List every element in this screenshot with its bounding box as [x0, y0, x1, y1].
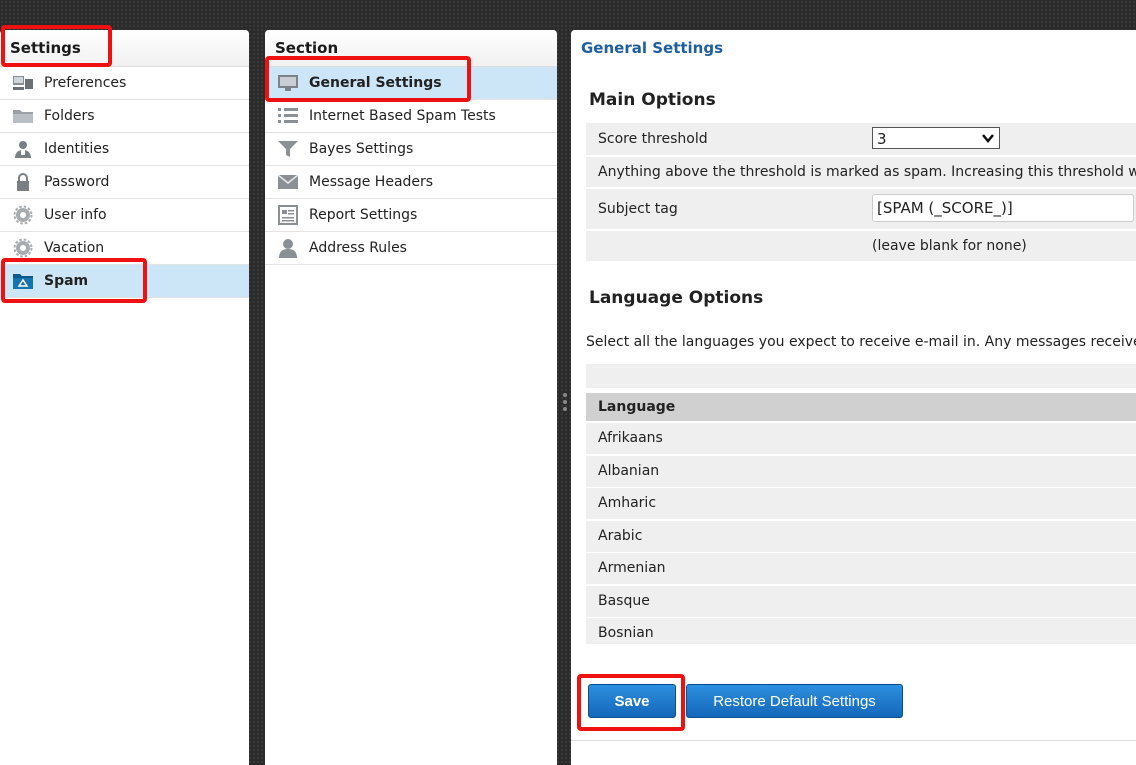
settings-item-password[interactable]: Password — [0, 166, 249, 199]
settings-item-label: Spam — [44, 273, 89, 289]
preferences-icon — [13, 76, 33, 90]
language-row[interactable]: Bosnian — [586, 618, 1136, 644]
subject-tag-row: Subject tag [SPAM (_SCORE_)] — [586, 189, 1136, 230]
language-column-header[interactable]: Language — [586, 393, 1136, 421]
footer-divider — [571, 740, 1136, 741]
language-name: Afrikaans — [598, 430, 663, 446]
score-threshold-row: Score threshold 3 — [586, 123, 1136, 156]
report-icon — [278, 205, 298, 225]
settings-panel-title: Settings — [0, 30, 249, 67]
language-name: Armenian — [598, 560, 666, 576]
monitor-icon — [278, 75, 298, 91]
main-panel-title: General Settings — [571, 30, 1136, 66]
section-item-bayes-settings[interactable]: Bayes Settings — [265, 133, 557, 166]
language-row[interactable]: Arabic — [586, 521, 1136, 552]
language-name: Arabic — [598, 528, 643, 544]
section-item-internet-spam-tests[interactable]: Internet Based Spam Tests — [265, 100, 557, 133]
score-threshold-value: 3 — [877, 130, 887, 148]
section-panel: Section General Settings Internet Based … — [265, 30, 557, 765]
general-settings-panel: General Settings Main Options Score thre… — [571, 30, 1136, 765]
language-row[interactable]: Afrikaans — [586, 423, 1136, 454]
settings-item-label: Folders — [44, 108, 95, 124]
filter-icon — [278, 141, 298, 157]
settings-panel: Settings Preferences Folders Identities … — [0, 30, 249, 765]
section-item-address-rules[interactable]: Address Rules — [265, 232, 557, 265]
settings-item-preferences[interactable]: Preferences — [0, 67, 249, 100]
language-filter-bar — [586, 364, 1136, 388]
subject-tag-input[interactable]: [SPAM (_SCORE_)] — [872, 194, 1134, 222]
section-item-message-headers[interactable]: Message Headers — [265, 166, 557, 199]
language-row[interactable]: Basque — [586, 586, 1136, 617]
lock-icon — [17, 173, 29, 191]
subject-tag-label: Subject tag — [598, 201, 678, 217]
identity-icon — [15, 141, 31, 158]
subject-tag-hint-row: (leave blank for none) — [586, 231, 1136, 262]
list-icon — [278, 108, 298, 123]
section-panel-title: Section — [265, 30, 557, 67]
section-item-label: Report Settings — [309, 207, 418, 223]
settings-item-user-info[interactable]: User info — [0, 199, 249, 232]
settings-item-label: Password — [44, 174, 110, 190]
main-options-heading: Main Options — [589, 90, 716, 110]
language-name: Basque — [598, 593, 650, 609]
language-options-description: Select all the languages you expect to r… — [586, 334, 1136, 350]
language-row[interactable]: Amharic — [586, 488, 1136, 519]
language-row[interactable]: Armenian — [586, 553, 1136, 584]
chevron-down-icon — [982, 134, 994, 143]
language-name: Amharic — [598, 495, 657, 511]
settings-item-folders[interactable]: Folders — [0, 100, 249, 133]
section-list: General Settings Internet Based Spam Tes… — [265, 67, 557, 265]
section-item-label: Bayes Settings — [309, 141, 414, 157]
language-row[interactable]: Albanian — [586, 456, 1136, 487]
section-item-label: Internet Based Spam Tests — [309, 108, 496, 124]
section-item-report-settings[interactable]: Report Settings — [265, 199, 557, 232]
person-icon — [279, 239, 297, 258]
restore-default-settings-button[interactable]: Restore Default Settings — [686, 684, 903, 718]
threshold-note: Anything above the threshold is marked a… — [598, 164, 1136, 180]
subject-tag-hint: (leave blank for none) — [872, 238, 1027, 254]
settings-item-label: Preferences — [44, 75, 127, 91]
language-name: Bosnian — [598, 625, 654, 641]
folder-icon — [13, 110, 33, 123]
settings-item-label: Identities — [44, 141, 110, 157]
gear-icon — [13, 205, 33, 225]
settings-list: Preferences Folders Identities Password … — [0, 67, 249, 298]
settings-item-spam[interactable]: Spam — [0, 265, 249, 298]
spam-folder-icon — [13, 274, 33, 289]
gear-icon — [13, 238, 33, 258]
section-item-label: General Settings — [309, 75, 442, 91]
save-button[interactable]: Save — [588, 684, 676, 718]
section-item-label: Address Rules — [309, 240, 407, 256]
threshold-note-row: Anything above the threshold is marked a… — [586, 157, 1136, 188]
settings-item-vacation[interactable]: Vacation — [0, 232, 249, 265]
language-name: Albanian — [598, 463, 660, 479]
envelope-icon — [277, 174, 299, 189]
section-item-general-settings[interactable]: General Settings — [265, 67, 557, 100]
score-threshold-select[interactable]: 3 — [872, 127, 1000, 149]
settings-item-label: Vacation — [44, 240, 105, 256]
section-item-label: Message Headers — [309, 174, 434, 190]
score-threshold-label: Score threshold — [598, 131, 708, 147]
settings-item-label: User info — [44, 207, 107, 223]
language-options-heading: Language Options — [589, 288, 764, 308]
panel-resize-handle[interactable] — [562, 390, 568, 420]
settings-item-identities[interactable]: Identities — [0, 133, 249, 166]
language-header-label: Language — [598, 399, 676, 415]
